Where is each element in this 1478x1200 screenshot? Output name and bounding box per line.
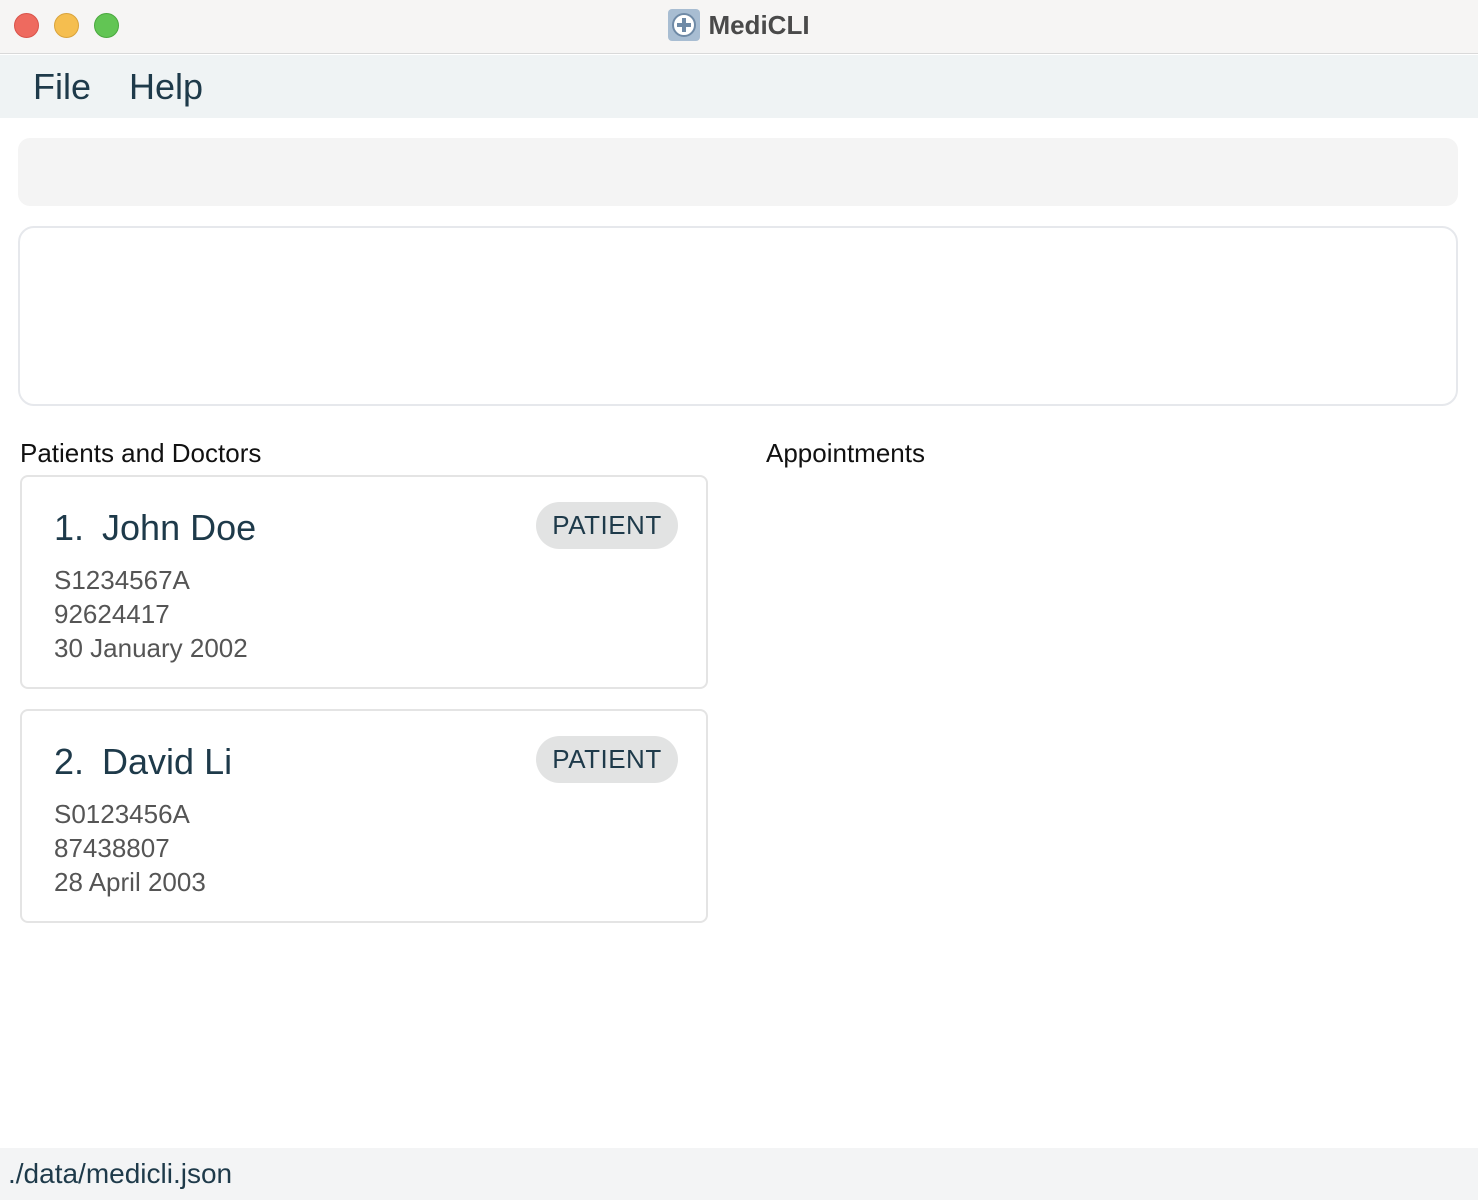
role-badge: PATIENT (536, 736, 678, 783)
menu-bar: File Help (0, 55, 1478, 118)
person-index: 2. (54, 741, 85, 782)
person-dob: 30 January 2002 (54, 633, 248, 663)
person-card[interactable]: 1. John Doe PATIENT S1234567A 92624417 30… (20, 475, 708, 689)
person-name: David Li (102, 741, 233, 782)
person-index: 1. (54, 507, 85, 548)
status-bar: ./data/medicli.json (0, 1148, 1478, 1200)
role-badge: PATIENT (536, 502, 678, 549)
result-display[interactable] (18, 226, 1458, 406)
person-name-line: 1. John Doe (54, 507, 256, 549)
person-phone: 87438807 (54, 833, 170, 863)
person-name: John Doe (102, 507, 257, 548)
window-title: MediCLI (708, 9, 810, 40)
person-name-line: 2. David Li (54, 741, 232, 783)
medical-cross-icon (668, 9, 701, 41)
menu-file[interactable]: File (33, 66, 91, 108)
person-nric: S0123456A (54, 799, 190, 829)
appointments-section-title: Appointments (766, 438, 925, 468)
person-dob: 28 April 2003 (54, 867, 206, 897)
window-title-group: MediCLI (0, 8, 1478, 42)
save-file-path: ./data/medicli.json (8, 1158, 233, 1189)
person-card[interactable]: 2. David Li PATIENT S0123456A 87438807 28… (20, 709, 708, 923)
person-nric: S1234567A (54, 565, 190, 595)
window-titlebar: MediCLI (0, 0, 1478, 54)
persons-section-title: Patients and Doctors (20, 438, 262, 468)
command-input[interactable] (18, 138, 1458, 206)
menu-help[interactable]: Help (129, 66, 203, 108)
person-phone: 92624417 (54, 599, 170, 629)
